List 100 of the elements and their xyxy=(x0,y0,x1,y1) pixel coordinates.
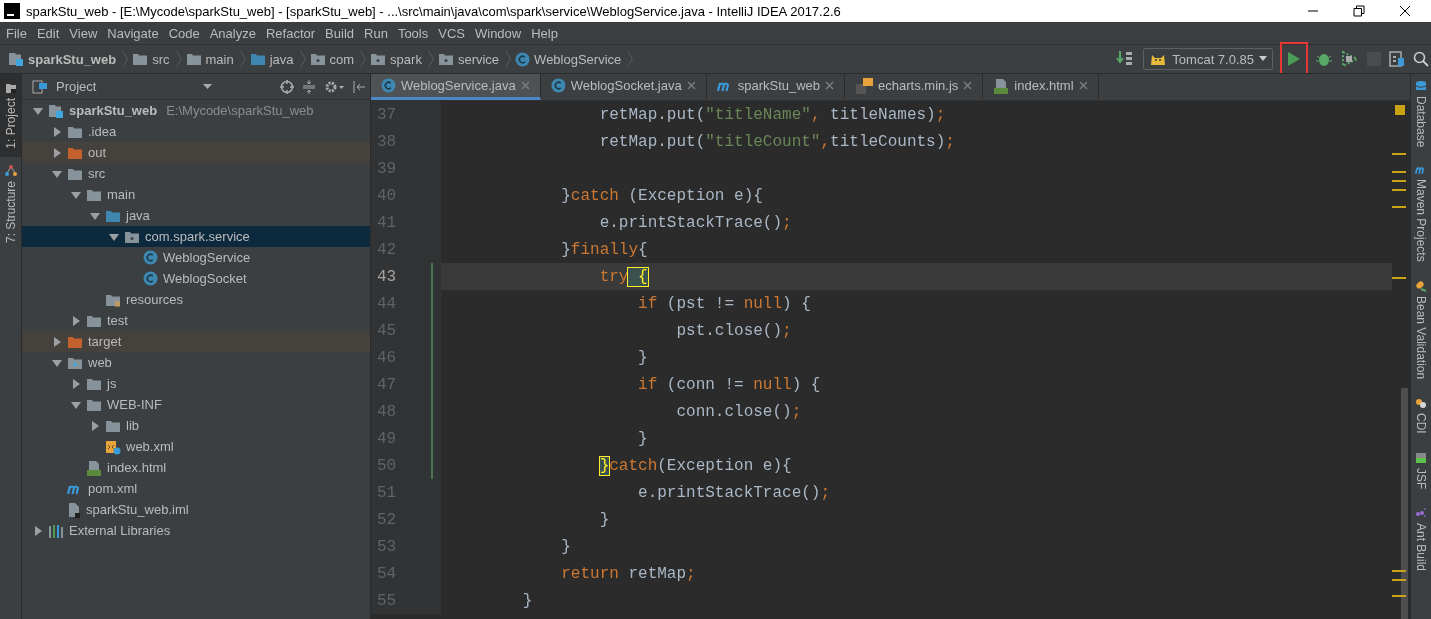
folder-icon xyxy=(86,376,102,391)
collapse-arrow-icon[interactable] xyxy=(71,189,81,200)
menu-item[interactable]: File xyxy=(1,25,32,41)
menu-item[interactable]: Edit xyxy=(31,25,65,41)
menu-item[interactable]: Build xyxy=(320,25,359,41)
tree-row[interactable]: web xyxy=(22,352,370,373)
menu-item[interactable]: VCS xyxy=(433,25,470,41)
folder-icon xyxy=(249,52,266,66)
breadcrumb[interactable]: service xyxy=(457,51,500,67)
tool-window-tab[interactable]: CDI xyxy=(1411,391,1431,446)
expand-arrow-icon[interactable] xyxy=(71,378,81,389)
tree-row[interactable]: .idea xyxy=(22,121,370,142)
class-icon xyxy=(381,78,396,93)
tree-row[interactable]: WEB-INF xyxy=(22,394,370,415)
tree-row[interactable]: com.spark.service xyxy=(22,226,370,247)
restore-icon[interactable] xyxy=(1353,5,1365,17)
tree-row[interactable]: resources xyxy=(22,289,370,310)
collapse-all-icon[interactable] xyxy=(302,79,316,94)
settings-icon[interactable] xyxy=(324,79,344,94)
locate-icon[interactable] xyxy=(280,79,294,94)
tool-window-tab[interactable]: Ant Build xyxy=(1411,501,1431,584)
tree-row[interactable]: java xyxy=(22,205,370,226)
tool-window-tab[interactable]: JSF xyxy=(1411,445,1431,502)
breadcrumb[interactable]: src xyxy=(152,51,170,67)
tree-item-label: main xyxy=(107,187,136,202)
editor-tab[interactable]: echarts.min.js xyxy=(845,74,984,100)
menu-item[interactable]: Refactor xyxy=(260,25,321,41)
file-icon xyxy=(855,77,874,94)
menu-item[interactable]: View xyxy=(64,25,103,41)
window-title: sparkStu_web - [E:\Mycode\sparkStu_web] - [sparkStu_web] - ...\src\main\java\com\spark\service\WeblogService.java - IntelliJ IDEA 2017.2.6 xyxy=(26,3,841,19)
editor-tab[interactable]: WeblogService.java xyxy=(371,74,541,100)
tree-row[interactable]: test xyxy=(22,310,370,331)
tree-row[interactable]: WeblogService xyxy=(22,247,370,268)
tree-row[interactable]: pom.xml xyxy=(22,478,370,499)
menu-item[interactable]: Tools xyxy=(392,25,434,41)
tree-row[interactable]: sparkStu_web E:\Mycode\sparkStu_web xyxy=(22,100,370,121)
expand-arrow-icon[interactable] xyxy=(33,525,43,536)
collapse-arrow-icon[interactable] xyxy=(90,210,100,221)
tree-row[interactable]: sparkStu_web.iml xyxy=(22,499,370,520)
menu-item[interactable]: Analyze xyxy=(204,25,261,41)
collapse-arrow-icon[interactable] xyxy=(109,231,119,242)
hide-panel-icon[interactable] xyxy=(352,79,366,94)
tree-row[interactable]: out xyxy=(22,142,370,163)
collapse-arrow-icon[interactable] xyxy=(52,357,62,368)
run-configuration-dropdown[interactable]: Tomcat 7.0.85 xyxy=(1143,48,1273,70)
breadcrumb[interactable]: WeblogService xyxy=(534,51,622,67)
breadcrumb[interactable]: sparkStu_web xyxy=(28,51,117,67)
tree-item-label: WeblogSocket xyxy=(163,271,247,286)
code-line: e.printStackTrace(); xyxy=(598,212,793,234)
editor-tab[interactable]: WeblogSocket.java xyxy=(540,74,707,100)
menu-item[interactable]: Code xyxy=(163,25,205,41)
expand-arrow-icon[interactable] xyxy=(52,126,62,137)
close-icon[interactable] xyxy=(1399,5,1411,17)
tree-item-label: .idea xyxy=(88,124,117,139)
menu-item[interactable]: Help xyxy=(526,25,563,41)
breadcrumb[interactable]: java xyxy=(269,51,294,67)
tree-row[interactable]: js xyxy=(22,373,370,394)
tree-row[interactable]: index.html xyxy=(22,457,370,478)
coverage-icon[interactable] xyxy=(1341,50,1359,68)
tree-row[interactable]: lib xyxy=(22,415,370,436)
search-icon[interactable] xyxy=(1413,51,1429,67)
expand-arrow-icon[interactable] xyxy=(52,336,62,347)
collapse-arrow-icon[interactable] xyxy=(71,399,81,410)
breadcrumb[interactable]: spark xyxy=(390,51,422,67)
dropdown-caret-icon[interactable] xyxy=(203,83,212,90)
folder-icon xyxy=(105,418,121,433)
tree-row[interactable]: target xyxy=(22,331,370,352)
collapse-arrow-icon[interactable] xyxy=(33,105,43,116)
folder-icon xyxy=(185,52,202,66)
tree-item-label: java xyxy=(126,208,150,223)
tree-row[interactable]: WeblogSocket xyxy=(22,268,370,289)
breadcrumb[interactable]: main xyxy=(205,51,234,67)
tool-window-tab[interactable]: 1: Project xyxy=(0,74,21,157)
menu-item[interactable]: Navigate xyxy=(102,25,164,41)
menu-item[interactable]: Window xyxy=(469,25,527,41)
tree-row[interactable]: External Libraries xyxy=(22,520,370,541)
tree-row[interactable]: web.xml xyxy=(22,436,370,457)
expand-arrow-icon[interactable] xyxy=(90,420,100,431)
project-view-icon xyxy=(32,79,48,94)
editor-tab[interactable]: sparkStu_web xyxy=(706,74,846,100)
tool-window-tab[interactable]: Bean Validation xyxy=(1411,274,1431,392)
project-structure-icon[interactable] xyxy=(1389,51,1405,67)
tool-window-tab[interactable]: 7: Structure xyxy=(0,156,21,251)
folder-icon xyxy=(309,52,326,66)
tool-window-tab[interactable]: Database xyxy=(1411,74,1431,160)
run-button[interactable] xyxy=(1281,43,1307,75)
expand-arrow-icon[interactable] xyxy=(52,147,62,158)
breadcrumb[interactable]: com xyxy=(329,51,355,67)
folder-icon xyxy=(67,334,83,349)
tab-label: WeblogService.java xyxy=(401,78,516,93)
menu-item[interactable]: Run xyxy=(359,25,393,41)
tree-row[interactable]: src xyxy=(22,163,370,184)
tree-item-label: index.html xyxy=(107,460,167,475)
collapse-arrow-icon[interactable] xyxy=(52,168,62,179)
tree-item-label: WEB-INF xyxy=(107,397,162,412)
expand-arrow-icon[interactable] xyxy=(71,315,81,326)
tool-window-tab[interactable]: Maven Projects xyxy=(1411,159,1431,275)
editor-tab[interactable]: index.html xyxy=(983,74,1099,100)
tree-row[interactable]: main xyxy=(22,184,370,205)
module-icon xyxy=(8,52,24,66)
